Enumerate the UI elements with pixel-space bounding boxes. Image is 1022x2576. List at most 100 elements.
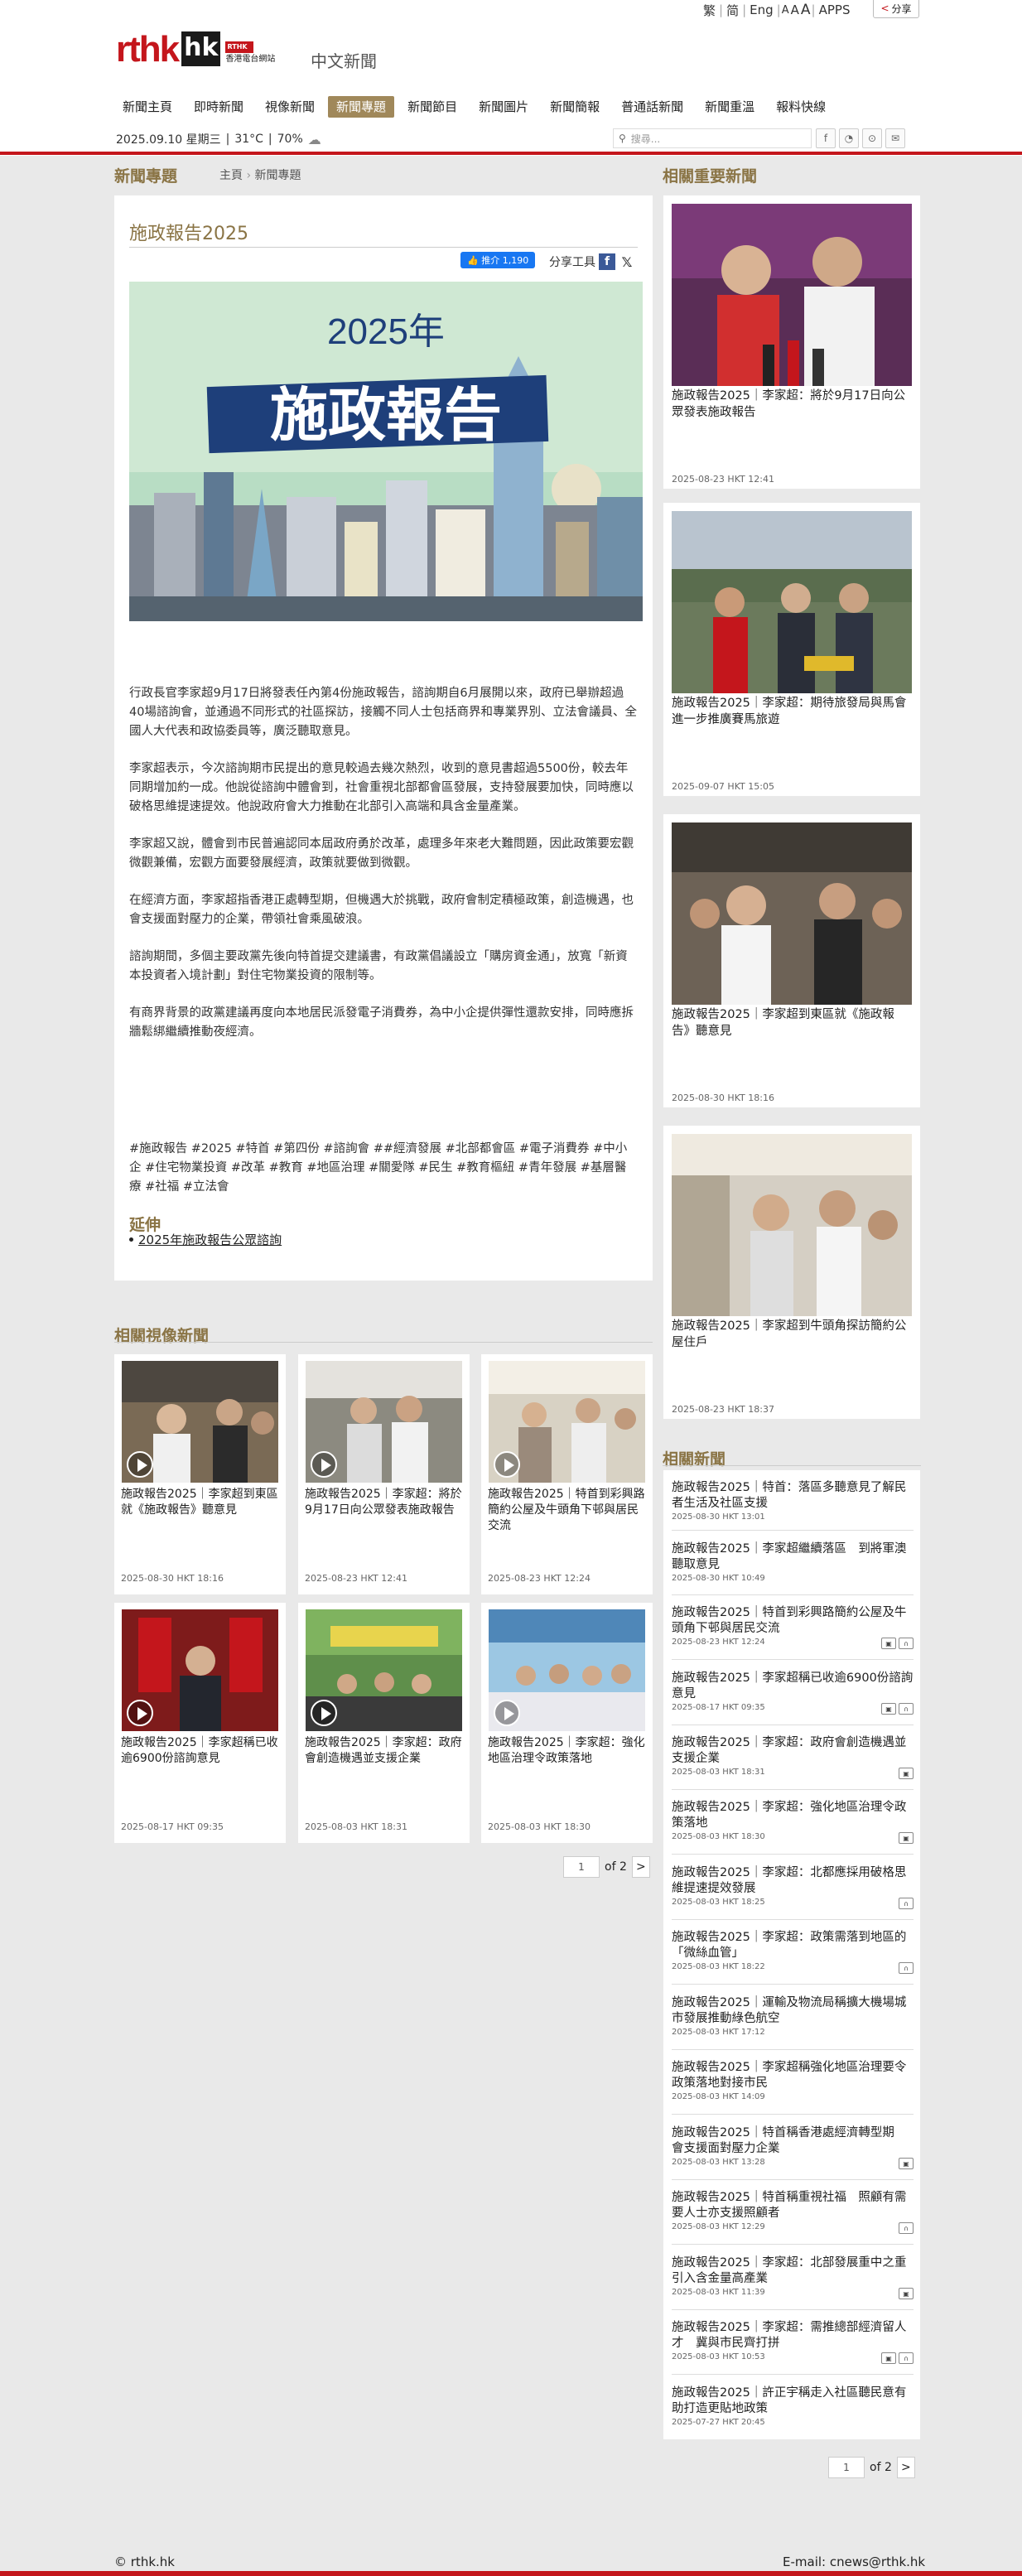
page-input[interactable]: 1: [828, 2457, 865, 2478]
audio-icon[interactable]: ∩: [899, 1962, 914, 1974]
video-thumbnail[interactable]: [306, 1609, 462, 1731]
location-icon[interactable]: ⊙: [862, 128, 882, 148]
audio-icon[interactable]: ∩: [899, 2222, 914, 2234]
video-icon[interactable]: ▣: [881, 1703, 896, 1715]
video-icon[interactable]: ▣: [881, 1638, 896, 1649]
list-item[interactable]: 施政報告2025｜許正宇稱走入社區聽民意有助打造更貼地政策 2025-07-27 …: [672, 2385, 914, 2427]
nav-item-briefs[interactable]: 新聞簡報: [542, 96, 608, 118]
mail-icon[interactable]: ✉: [885, 128, 905, 148]
next-page-button[interactable]: >: [896, 2457, 915, 2478]
video-icon[interactable]: ▣: [899, 2288, 914, 2299]
video-card[interactable]: 施政報告2025｜特首到彩興路簡約公屋及牛頭角下邨與居民交流 2025-08-2…: [481, 1354, 653, 1594]
related-title[interactable]: 施政報告2025｜李家超：期待旅發局與馬會進一步推廣賽馬旅遊: [672, 695, 912, 728]
play-icon[interactable]: [311, 1700, 337, 1726]
related-title[interactable]: 施政報告2025｜李家超到東區就《施政報告》聽意見: [672, 1006, 912, 1040]
search-input[interactable]: ⚲ 搜尋...: [613, 128, 812, 148]
news-title[interactable]: 施政報告2025｜特首稱香港處經濟轉型期 會支援面對壓力企業: [672, 2125, 914, 2157]
list-item[interactable]: 施政報告2025｜特首到彩興路簡約公屋及牛頭角下邨與居民交流 2025-08-23…: [672, 1605, 914, 1649]
page-input[interactable]: 1: [563, 1856, 600, 1878]
audio-icon[interactable]: ∩: [899, 1638, 914, 1649]
facebook-share-icon[interactable]: f: [599, 253, 615, 270]
video-title[interactable]: 施政報告2025｜特首到彩興路簡約公屋及牛頭角下邨與居民交流: [488, 1487, 647, 1534]
related-title[interactable]: 施政報告2025｜李家超：將於9月17日向公眾發表施政報告: [672, 388, 912, 421]
related-title[interactable]: 施政報告2025｜李家超到牛頭角探訪簡約公屋住戶: [672, 1318, 912, 1351]
list-item[interactable]: 施政報告2025｜李家超稱強化地區治理要令政策落地對接市民 2025-08-03 …: [672, 2060, 914, 2101]
news-title[interactable]: 施政報告2025｜李家超：北部發展重中之重 引入含金量高產業: [672, 2255, 918, 2287]
video-title[interactable]: 施政報告2025｜李家超：強化地區治理令政策落地: [488, 1735, 647, 1767]
list-item[interactable]: 施政報告2025｜李家超：政府會創造機遇並支援企業 2025-08-03 HKT …: [672, 1735, 914, 1779]
video-thumbnail[interactable]: [122, 1609, 278, 1731]
rss-icon[interactable]: ◔: [839, 128, 859, 148]
list-item[interactable]: 施政報告2025｜李家超稱已收逾6900份諮詢意見 2025-08-17 HKT …: [672, 1671, 914, 1715]
news-title[interactable]: 施政報告2025｜李家超稱強化地區治理要令政策落地對接市民: [672, 2060, 914, 2091]
video-title[interactable]: 施政報告2025｜李家超到東區就《施政報告》聽意見: [121, 1487, 280, 1518]
video-card[interactable]: 施政報告2025｜李家超：強化地區治理令政策落地 2025-08-03 HKT …: [481, 1603, 653, 1843]
audio-icon[interactable]: ∩: [899, 1703, 914, 1715]
video-thumbnail[interactable]: [489, 1609, 645, 1731]
news-title[interactable]: 施政報告2025｜李家超稱已收逾6900份諮詢意見: [672, 1671, 914, 1702]
video-title[interactable]: 施政報告2025｜李家超：將於9月17日向公眾發表施政報告: [305, 1487, 464, 1518]
list-item[interactable]: 施政報告2025｜李家超：政策需落到地區的「微絲血管」 2025-08-03 HK…: [672, 1930, 914, 1974]
nav-item-instant[interactable]: 即時新聞: [186, 96, 252, 118]
news-title[interactable]: 施政報告2025｜許正宇稱走入社區聽民意有助打造更貼地政策: [672, 2385, 914, 2417]
list-item[interactable]: 施政報告2025｜運輸及物流局稱擴大機場城市發展推動綠色航空 2025-08-03…: [672, 1995, 914, 2037]
apps-link[interactable]: APPS: [816, 2, 854, 17]
font-medium[interactable]: A: [790, 2, 800, 17]
facebook-icon[interactable]: f: [816, 128, 836, 148]
article-tags[interactable]: #施政報告 #2025 #特首 #第四份 #諮詢會 ##經濟發展 #北部都會區 …: [129, 1140, 638, 1197]
video-title[interactable]: 施政報告2025｜李家超稱已收逾6900份諮詢意見: [121, 1735, 280, 1767]
news-title[interactable]: 施政報告2025｜李家超：政策需落到地區的「微絲血管」: [672, 1930, 914, 1961]
play-icon[interactable]: [127, 1700, 153, 1726]
video-icon[interactable]: ▣: [899, 1832, 914, 1844]
list-item[interactable]: 施政報告2025｜李家超：強化地區治理令政策落地 2025-08-03 HKT 1…: [672, 1800, 914, 1844]
news-title[interactable]: 施政報告2025｜李家超：政府會創造機遇並支援企業: [672, 1735, 914, 1767]
lang-simp[interactable]: 简: [723, 2, 742, 19]
related-thumbnail[interactable]: [672, 204, 912, 386]
related-thumbnail[interactable]: [672, 822, 912, 1005]
nav-item-hotline[interactable]: 報料快線: [768, 96, 834, 118]
x-share-icon[interactable]: 𝕏: [619, 253, 635, 270]
rthk-logo[interactable]: rthk hk RTHK 香港電台網站: [116, 31, 275, 68]
related-thumbnail[interactable]: [672, 511, 912, 693]
breadcrumb-home[interactable]: 主頁: [219, 169, 243, 182]
play-icon[interactable]: [127, 1451, 153, 1478]
audio-icon[interactable]: ∩: [899, 2352, 914, 2364]
video-icon[interactable]: ▣: [899, 1768, 914, 1779]
news-title[interactable]: 施政報告2025｜李家超繼續落區 到將軍澳聽取意見: [672, 1541, 914, 1573]
font-large[interactable]: A: [800, 2, 812, 18]
news-title[interactable]: 施政報告2025｜李家超：需推總部經濟留人才 冀與市民齊打拼: [672, 2320, 914, 2352]
news-title[interactable]: 施政報告2025｜特首稱重視社福 照顧有需要人士亦支援照顧者: [672, 2190, 914, 2221]
related-card[interactable]: 施政報告2025｜李家超：期待旅發局與馬會進一步推廣賽馬旅遊 2025-09-0…: [663, 503, 920, 796]
share-button[interactable]: < 分享: [873, 0, 919, 18]
video-card[interactable]: 施政報告2025｜李家超稱已收逾6900份諮詢意見 2025-08-17 HKT…: [114, 1603, 286, 1843]
video-thumbnail[interactable]: [122, 1361, 278, 1483]
nav-item-video[interactable]: 視像新聞: [257, 96, 323, 118]
next-page-button[interactable]: >: [631, 1856, 650, 1878]
news-title[interactable]: 施政報告2025｜李家超：強化地區治理令政策落地: [672, 1800, 914, 1831]
list-item[interactable]: 施政報告2025｜李家超：需推總部經濟留人才 冀與市民齊打拼 2025-08-03…: [672, 2320, 914, 2364]
related-thumbnail[interactable]: [672, 1134, 912, 1316]
nav-item-review[interactable]: 新聞重溫: [697, 96, 763, 118]
list-item[interactable]: 施政報告2025｜李家超繼續落區 到將軍澳聽取意見 2025-08-30 HKT …: [672, 1541, 914, 1583]
related-card[interactable]: 施政報告2025｜李家超到牛頭角探訪簡約公屋住戶 2025-08-23 HKT …: [663, 1126, 920, 1419]
font-small[interactable]: A: [781, 4, 790, 17]
facebook-like-button[interactable]: 👍 推介 1,190: [460, 252, 536, 268]
nav-item-features[interactable]: 新聞專題: [328, 96, 395, 118]
nav-item-programmes[interactable]: 新聞節目: [399, 96, 465, 118]
list-item[interactable]: 施政報告2025｜特首稱重視社福 照顧有需要人士亦支援照顧者 2025-08-03…: [672, 2190, 914, 2234]
video-icon[interactable]: ▣: [881, 2352, 896, 2364]
video-card[interactable]: 施政報告2025｜李家超：將於9月17日向公眾發表施政報告 2025-08-23…: [298, 1354, 470, 1594]
play-icon[interactable]: [494, 1700, 520, 1726]
extend-link[interactable]: 2025年施政報告公眾諮詢: [138, 1231, 282, 1248]
audio-icon[interactable]: ∩: [899, 1898, 914, 1909]
play-icon[interactable]: [311, 1451, 337, 1478]
lang-trad[interactable]: 繁: [700, 2, 719, 19]
video-thumbnail[interactable]: [306, 1361, 462, 1483]
news-title[interactable]: 施政報告2025｜李家超：北都應採用破格思維提速提效發展: [672, 1865, 914, 1897]
list-item[interactable]: 施政報告2025｜李家超：北部發展重中之重 引入含金量高產業 2025-08-03…: [672, 2255, 918, 2299]
contact-email[interactable]: E-mail: cnews@rthk.hk: [783, 2554, 925, 2569]
lang-eng[interactable]: Eng: [746, 2, 777, 17]
nav-item-home[interactable]: 新聞主頁: [114, 96, 181, 118]
video-icon[interactable]: ▣: [899, 2158, 914, 2169]
related-card[interactable]: 施政報告2025｜李家超到東區就《施政報告》聽意見 2025-08-30 HKT…: [663, 814, 920, 1107]
